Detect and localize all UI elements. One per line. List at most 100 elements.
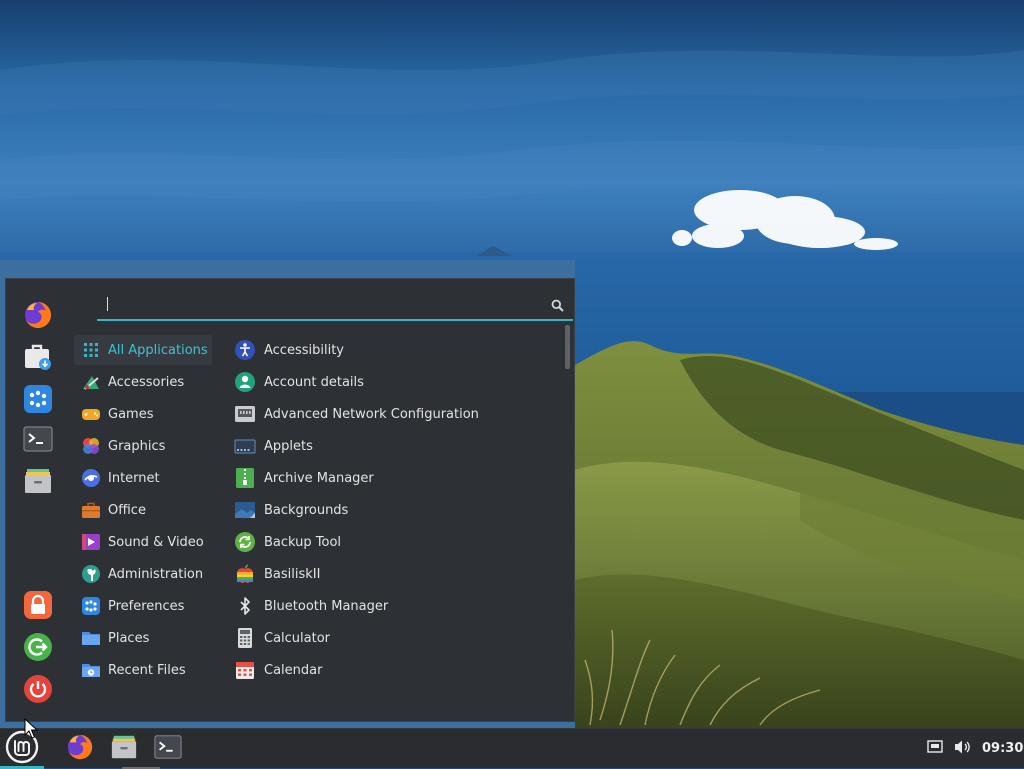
app-accessibility[interactable]: Accessibility [228, 335, 558, 365]
mouse-cursor-icon [24, 718, 38, 739]
app-applets[interactable]: Applets [228, 431, 558, 461]
session-lock-screen[interactable] [22, 591, 54, 623]
category-label: Internet [108, 470, 160, 486]
backup-icon [234, 531, 256, 553]
app-calculator[interactable]: Calculator [228, 623, 558, 653]
category-label: Accessories [108, 374, 185, 390]
archive-icon [234, 467, 256, 489]
app-label: Backup Tool [264, 534, 342, 550]
app-label: Accessibility [264, 342, 344, 358]
session-quit[interactable] [22, 675, 54, 707]
taskbar: 09:30 [0, 728, 1024, 769]
favorite-system-settings[interactable] [22, 385, 54, 417]
firefox-icon [66, 733, 94, 765]
power-icon [23, 674, 53, 708]
network-icon [234, 403, 256, 425]
grid-icon [81, 340, 101, 360]
category-games[interactable]: Games [74, 399, 212, 429]
terminal-icon [23, 424, 53, 458]
files-icon [23, 466, 53, 500]
app-label: Account details [264, 374, 364, 390]
app-label: Advanced Network Configuration [264, 406, 479, 422]
category-label: Graphics [108, 438, 166, 454]
category-label: Games [108, 406, 154, 422]
app-bluetooth-manager[interactable]: Bluetooth Manager [228, 591, 558, 621]
app-list-scrollbar[interactable] [565, 325, 572, 715]
favorite-software-manager[interactable] [22, 343, 54, 375]
account-icon [234, 371, 256, 393]
app-archive-manager[interactable]: Archive Manager [228, 463, 558, 493]
category-internet[interactable]: Internet [74, 463, 212, 493]
session-log-out[interactable] [22, 633, 54, 665]
calculator-icon [234, 627, 256, 649]
category-all-applications[interactable]: All Applications [74, 335, 212, 365]
taskbar-files[interactable] [106, 729, 142, 769]
accessories-icon [81, 372, 101, 392]
category-label: Places [108, 630, 150, 646]
favorite-terminal[interactable] [22, 425, 54, 457]
category-label: All Applications [108, 342, 208, 358]
bluetooth-icon [234, 595, 256, 617]
tray-volume[interactable] [952, 729, 974, 769]
tray-network[interactable] [925, 729, 945, 769]
network-wired-icon [927, 739, 943, 759]
internet-icon [81, 468, 101, 488]
lock-icon [23, 590, 53, 624]
category-label: Preferences [108, 598, 185, 614]
taskbar-firefox[interactable] [61, 729, 160, 769]
clock[interactable]: 09:30 [982, 741, 1023, 756]
favorites-bar [6, 279, 70, 723]
scrollbar-thumb[interactable] [565, 325, 570, 369]
app-basiliskii[interactable]: BasiliskII [228, 559, 558, 589]
app-label: Bluetooth Manager [264, 598, 389, 614]
backgrounds-icon [234, 499, 256, 521]
accessibility-icon [234, 339, 256, 361]
category-label: Office [108, 502, 146, 518]
calendar-icon [234, 659, 256, 681]
applets-icon [234, 435, 256, 457]
category-administration[interactable]: Administration [74, 559, 212, 589]
category-label: Sound & Video [108, 534, 204, 550]
category-sound-video[interactable]: Sound & Video [74, 527, 212, 557]
category-label: Recent Files [108, 662, 186, 678]
media-icon [81, 532, 101, 552]
app-backup-tool[interactable]: Backup Tool [228, 527, 558, 557]
briefcase-icon [81, 500, 101, 520]
app-label: Applets [264, 438, 313, 454]
favorite-files[interactable] [22, 467, 54, 499]
software-manager-icon [23, 342, 53, 376]
category-places[interactable]: Places [74, 623, 212, 653]
category-office[interactable]: Office [74, 495, 212, 525]
logout-icon [23, 632, 53, 666]
settings-icon [23, 384, 53, 418]
category-recent-files[interactable]: Recent Files [74, 655, 212, 685]
category-graphics[interactable]: Graphics [74, 431, 212, 461]
search-icon[interactable] [551, 297, 564, 316]
app-backgrounds[interactable]: Backgrounds [228, 495, 558, 525]
app-calendar[interactable]: Calendar [228, 655, 558, 685]
app-label: Backgrounds [264, 502, 349, 518]
app-account-details[interactable]: Account details [228, 367, 558, 397]
apple-icon [234, 563, 256, 585]
administration-icon [81, 564, 101, 584]
app-label: BasiliskII [264, 566, 321, 582]
firefox-icon [23, 300, 53, 334]
gamepad-icon [81, 404, 101, 424]
search-box [97, 291, 573, 321]
app-advanced-network-configuration[interactable]: Advanced Network Configuration [228, 399, 558, 429]
preferences-icon [81, 596, 101, 616]
text-caret [107, 297, 108, 311]
category-preferences[interactable]: Preferences [74, 591, 212, 621]
volume-icon [954, 739, 972, 759]
recent-files-icon [81, 660, 101, 680]
graphics-icon [81, 436, 101, 456]
search-input[interactable] [105, 293, 529, 317]
category-label: Administration [108, 566, 204, 582]
taskbar-terminal[interactable] [150, 729, 186, 769]
app-label: Calendar [264, 662, 323, 678]
files-icon [110, 733, 138, 765]
folder-icon [81, 628, 101, 648]
start-menu: All Applications Accessories Games Graph… [5, 278, 575, 722]
favorite-firefox[interactable] [22, 301, 54, 333]
category-accessories[interactable]: Accessories [74, 367, 212, 397]
